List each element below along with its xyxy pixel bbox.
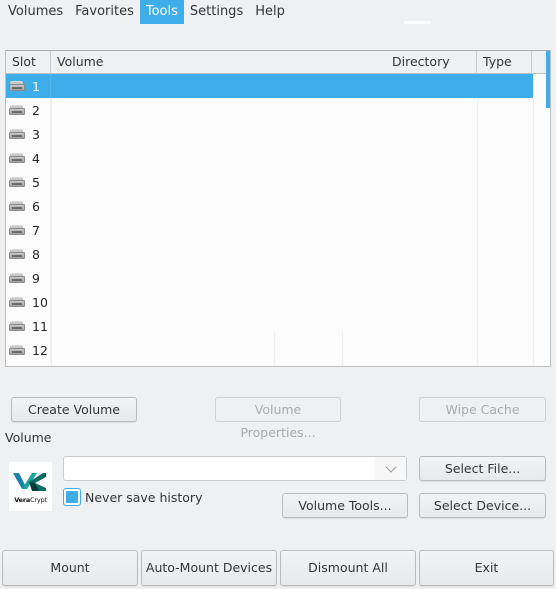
menu-settings[interactable]: Settings xyxy=(184,0,249,24)
slot-number: 9 xyxy=(32,270,40,286)
slot-number: 10 xyxy=(32,294,48,310)
mount-button[interactable]: Mount xyxy=(2,550,138,586)
slot-cell: 4 xyxy=(6,146,51,170)
slot-cell: 9 xyxy=(6,266,51,290)
decorative-dash xyxy=(404,21,431,24)
table-row[interactable]: 7 xyxy=(6,218,533,242)
veracrypt-logo: VeraCrypt xyxy=(9,462,52,511)
slot-cell: 7 xyxy=(6,218,51,242)
drive-icon xyxy=(9,297,25,307)
chevron-down-icon xyxy=(385,461,397,473)
drive-icon xyxy=(9,129,25,139)
drive-icon xyxy=(9,105,25,115)
column-header-slot[interactable]: Slot xyxy=(6,51,51,74)
column-header-volume[interactable]: Volume Directory xyxy=(51,51,477,74)
dismount-all-button[interactable]: Dismount All xyxy=(280,550,416,586)
column-header-volume-label: Volume xyxy=(57,54,104,69)
table-row[interactable]: 1 xyxy=(6,74,533,98)
slot-number: 4 xyxy=(32,150,40,166)
slot-cell: 8 xyxy=(6,242,51,266)
table-body: 1 2 3 4 5 6 7 8 9 10 11 12 xyxy=(6,74,533,362)
veracrypt-logo-text: VeraCrypt xyxy=(14,496,47,504)
table-row[interactable]: 6 xyxy=(6,194,533,218)
slot-number: 3 xyxy=(32,126,40,142)
slot-number: 2 xyxy=(32,102,40,118)
exit-button[interactable]: Exit xyxy=(419,550,554,586)
table-row[interactable]: 12 xyxy=(6,338,533,362)
column-header-directory[interactable]: Directory xyxy=(392,51,450,73)
volume-tools-button[interactable]: Volume Tools... xyxy=(282,493,408,518)
grid-line xyxy=(533,74,534,366)
table-row[interactable]: 2 xyxy=(6,98,533,122)
volume-label: Volume xyxy=(5,430,52,445)
slot-cell: 5 xyxy=(6,170,51,194)
slot-cell: 6 xyxy=(6,194,51,218)
slot-number: 6 xyxy=(32,198,40,214)
slot-number: 7 xyxy=(32,222,40,238)
drive-icon xyxy=(9,249,25,259)
slot-cell: 3 xyxy=(6,122,51,146)
slot-number: 8 xyxy=(32,246,40,262)
veracrypt-logo-icon xyxy=(13,473,46,491)
menu-volumes[interactable]: Volumes xyxy=(0,0,69,24)
combobox-dropdown-button[interactable] xyxy=(374,457,406,480)
create-volume-button[interactable]: Create Volume xyxy=(11,397,137,422)
menu-bar: Volumes Favorites Tools Settings Help xyxy=(0,0,556,24)
volume-properties-button[interactable]: Volume Properties... xyxy=(215,397,341,440)
drive-icon xyxy=(9,345,25,355)
slot-cell: 2 xyxy=(6,98,51,122)
slot-number: 11 xyxy=(32,318,48,334)
never-save-history-checkbox[interactable] xyxy=(63,488,81,506)
table-row[interactable]: 10 xyxy=(6,290,533,314)
auto-mount-devices-button[interactable]: Auto-Mount Devices xyxy=(141,550,277,586)
table-row[interactable]: 3 xyxy=(6,122,533,146)
slot-number: 12 xyxy=(32,342,48,358)
table-row[interactable]: 11 xyxy=(6,314,533,338)
drive-icon xyxy=(9,81,25,91)
slot-cell: 10 xyxy=(6,290,51,314)
slot-cell: 1 xyxy=(6,74,51,98)
drive-icon xyxy=(9,153,25,163)
checkbox-checked-indicator xyxy=(66,491,78,503)
drive-icon xyxy=(9,177,25,187)
select-device-button[interactable]: Select Device... xyxy=(419,493,546,518)
volume-path-combobox[interactable] xyxy=(63,456,407,481)
slot-cell: 11 xyxy=(6,314,51,338)
select-file-button[interactable]: Select File... xyxy=(419,456,546,481)
wipe-cache-button[interactable]: Wipe Cache xyxy=(419,397,546,422)
vertical-scrollbar[interactable] xyxy=(546,51,550,108)
menu-help[interactable]: Help xyxy=(249,0,291,24)
never-save-history-label[interactable]: Never save history xyxy=(85,490,202,505)
table-row[interactable]: 4 xyxy=(6,146,533,170)
slots-table[interactable]: Slot Volume Directory Type 1 2 3 4 5 6 7 8 9 10 11… xyxy=(5,50,551,367)
drive-icon xyxy=(9,321,25,331)
table-row[interactable]: 5 xyxy=(6,170,533,194)
never-save-history-option[interactable]: Never save history xyxy=(63,488,202,506)
table-header: Slot Volume Directory Type xyxy=(6,51,550,74)
slot-cell: 12 xyxy=(6,338,51,362)
drive-icon xyxy=(9,273,25,283)
column-header-type[interactable]: Type xyxy=(477,51,532,74)
drive-icon xyxy=(9,225,25,235)
menu-tools[interactable]: Tools xyxy=(139,0,184,24)
table-row[interactable]: 9 xyxy=(6,266,533,290)
slot-number: 1 xyxy=(32,78,40,94)
slot-number: 5 xyxy=(32,174,40,190)
table-row[interactable]: 8 xyxy=(6,242,533,266)
menu-favorites[interactable]: Favorites xyxy=(69,0,140,24)
drive-icon xyxy=(9,201,25,211)
